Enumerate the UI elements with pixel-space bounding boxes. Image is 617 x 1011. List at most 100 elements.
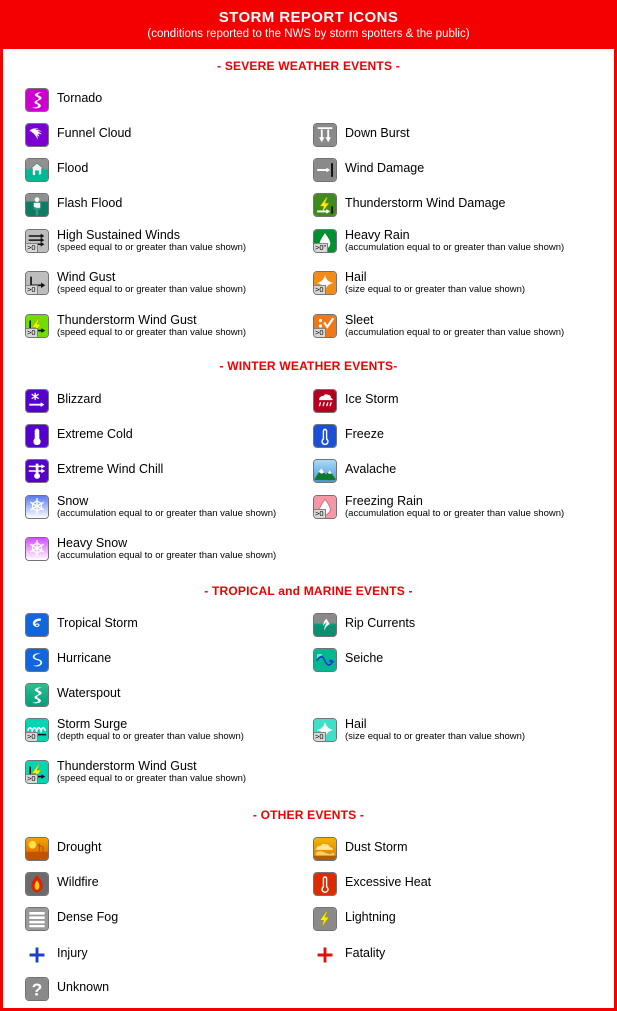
- fatality-icon: [313, 943, 337, 967]
- icon-value-threshold: >0: [26, 285, 38, 294]
- legend-item-name: Thunderstorm Wind Gust: [57, 313, 197, 327]
- seiche-icon: [313, 648, 337, 672]
- legend-row: Lightning: [313, 907, 396, 931]
- hurricane-icon: [25, 648, 49, 672]
- legend-item-name: Rip Currents: [345, 616, 416, 630]
- legend-item-note: (accumulation equal to or greater than v…: [57, 550, 277, 561]
- waterspout-icon: [25, 683, 49, 707]
- legend-label: Down Burst: [345, 123, 410, 140]
- storm-surge-icon: >0: [25, 718, 49, 742]
- legend-item-name: Flash Flood: [57, 196, 123, 210]
- legend-label: Heavy Rain (accumulation equal to or grea…: [345, 229, 565, 254]
- legend-item-name: Ice Storm: [345, 392, 399, 406]
- legend-item-name: Flood: [57, 161, 89, 175]
- section-heading-tropical: - TROPICAL and MARINE EVENTS -: [204, 584, 413, 598]
- legend-item-name: Tornado: [57, 91, 103, 105]
- legend-label: Thunderstorm Wind Gust (speed equal to or…: [57, 760, 246, 785]
- legend-item-name: Heavy Snow: [57, 536, 128, 550]
- legend-item-name: Excessive Heat: [345, 875, 432, 889]
- legend-row: Excessive Heat: [313, 872, 431, 896]
- freeze-icon: [313, 424, 337, 448]
- legend-item-name: Wind Damage: [345, 161, 425, 175]
- legend-item-note: (size equal to or greater than value sho…: [345, 284, 526, 295]
- icon-value-threshold: >0: [26, 774, 38, 783]
- legend-label: Wildfire: [57, 872, 99, 889]
- legend-item-name: Drought: [57, 840, 102, 854]
- legend-row: >0 Sleet (accumulation equal to or greater…: [313, 314, 564, 338]
- legend-row: Injury: [25, 943, 88, 967]
- legend-item-name: Fatality: [345, 946, 386, 960]
- legend-item-name: Storm Surge: [57, 717, 128, 731]
- legend-item-name: Seiche: [345, 651, 384, 665]
- legend-row: Avalache: [313, 459, 396, 483]
- legend-label: Flash Flood: [57, 193, 122, 210]
- sustained-winds-icon: >0: [25, 229, 49, 253]
- tstorm-wind-gust-teal-icon: >0: [25, 760, 49, 784]
- legend-label: Excessive Heat: [345, 872, 431, 889]
- legend-label: Fatality: [345, 943, 385, 960]
- legend-label: Drought: [57, 837, 101, 854]
- legend-label: Freezing Rain (accumulation equal to or g…: [345, 495, 565, 520]
- legend-row: >0 Hail (size equal to or greater than val…: [313, 271, 525, 295]
- wind-chill-icon: [25, 459, 49, 483]
- legend-label: Dense Fog: [57, 907, 118, 924]
- legend-row: Seiche: [313, 648, 383, 672]
- legend-label: Ice Storm: [345, 389, 399, 406]
- legend-row: Funnel Cloud: [25, 123, 131, 147]
- hail-orange-icon: >0: [313, 271, 337, 295]
- dust-storm-icon: [313, 837, 337, 861]
- icon-value-threshold: >0: [26, 243, 38, 252]
- icon-value-threshold: >0: [26, 328, 38, 337]
- legend-item-name: Wildfire: [57, 875, 99, 889]
- wildfire-icon: [25, 872, 49, 896]
- legend-item-name: Avalache: [345, 462, 397, 476]
- legend-label: Waterspout: [57, 683, 120, 700]
- legend-item-note: (speed equal to or greater than value sh…: [57, 327, 247, 338]
- dense-fog-icon: [25, 907, 49, 931]
- excessive-heat-icon: [313, 872, 337, 896]
- legend-item-note: (accumulation equal to or greater than v…: [345, 242, 565, 253]
- down-burst-icon: [313, 123, 337, 147]
- legend-row: >0 High Sustained Winds (speed equal to or…: [25, 229, 246, 253]
- flash-flood-icon: [25, 193, 49, 217]
- legend-label: Seiche: [345, 648, 383, 665]
- legend-row: Drought: [25, 837, 101, 861]
- legend-item-name: Hail: [345, 717, 367, 731]
- legend-row: >0 Thunderstorm Wind Gust (speed equal to …: [25, 760, 246, 784]
- section-heading-other: - OTHER EVENTS -: [252, 808, 365, 822]
- legend-row: >0 Storm Surge (depth equal to or greater …: [25, 718, 244, 742]
- legend-row: >0 Freezing Rain (accumulation equal to or…: [313, 495, 564, 519]
- icon-value-threshold: >0: [314, 509, 326, 518]
- tstorm-wind-damage-icon: [313, 193, 337, 217]
- legend-label: Wind Damage: [345, 158, 424, 175]
- legend-label: Flood: [57, 158, 88, 175]
- freezing-rain-icon: >0: [313, 495, 337, 519]
- legend-row: Tornado: [25, 88, 102, 112]
- legend-row: Extreme Wind Chill: [25, 459, 163, 483]
- legend-label: Thunderstorm Wind Gust (speed equal to or…: [57, 313, 247, 339]
- legend-item-name: Thunderstorm Wind Damage: [345, 196, 506, 210]
- tstorm-wind-gust-green-icon: >0: [25, 314, 49, 338]
- wind-damage-icon: [313, 158, 337, 182]
- legend-row: Down Burst: [313, 123, 410, 147]
- legend-row: >0 Hail (size equal to or greater than val…: [313, 718, 525, 742]
- legend-row: Blizzard: [25, 389, 101, 413]
- legend-item-note: (size equal to or greater than value sho…: [345, 731, 526, 742]
- legend-item-note: (speed equal to or greater than value sh…: [57, 242, 247, 253]
- legend-row: Flood: [25, 158, 88, 182]
- legend-label: Funnel Cloud: [57, 123, 131, 140]
- legend-row: Tropical Storm: [25, 613, 138, 637]
- legend-row: Fatality: [313, 943, 385, 967]
- icon-value-threshold: >0: [314, 732, 326, 741]
- legend-row: Extreme Cold: [25, 424, 133, 448]
- legend-item-name: Hail: [345, 270, 367, 284]
- icon-value-threshold: >0: [26, 732, 38, 741]
- legend-row: Freeze: [313, 424, 384, 448]
- legend-label: Dust Storm: [345, 837, 408, 854]
- tropical-storm-icon: [25, 613, 49, 637]
- legend-item-note: (accumulation equal to or greater than v…: [345, 508, 565, 519]
- legend-label: Tornado: [57, 88, 102, 105]
- legend-item-name: Waterspout: [57, 686, 121, 700]
- legend-label: Hail (size equal to or greater than value…: [345, 270, 526, 296]
- legend-item-name: Hurricane: [57, 651, 112, 665]
